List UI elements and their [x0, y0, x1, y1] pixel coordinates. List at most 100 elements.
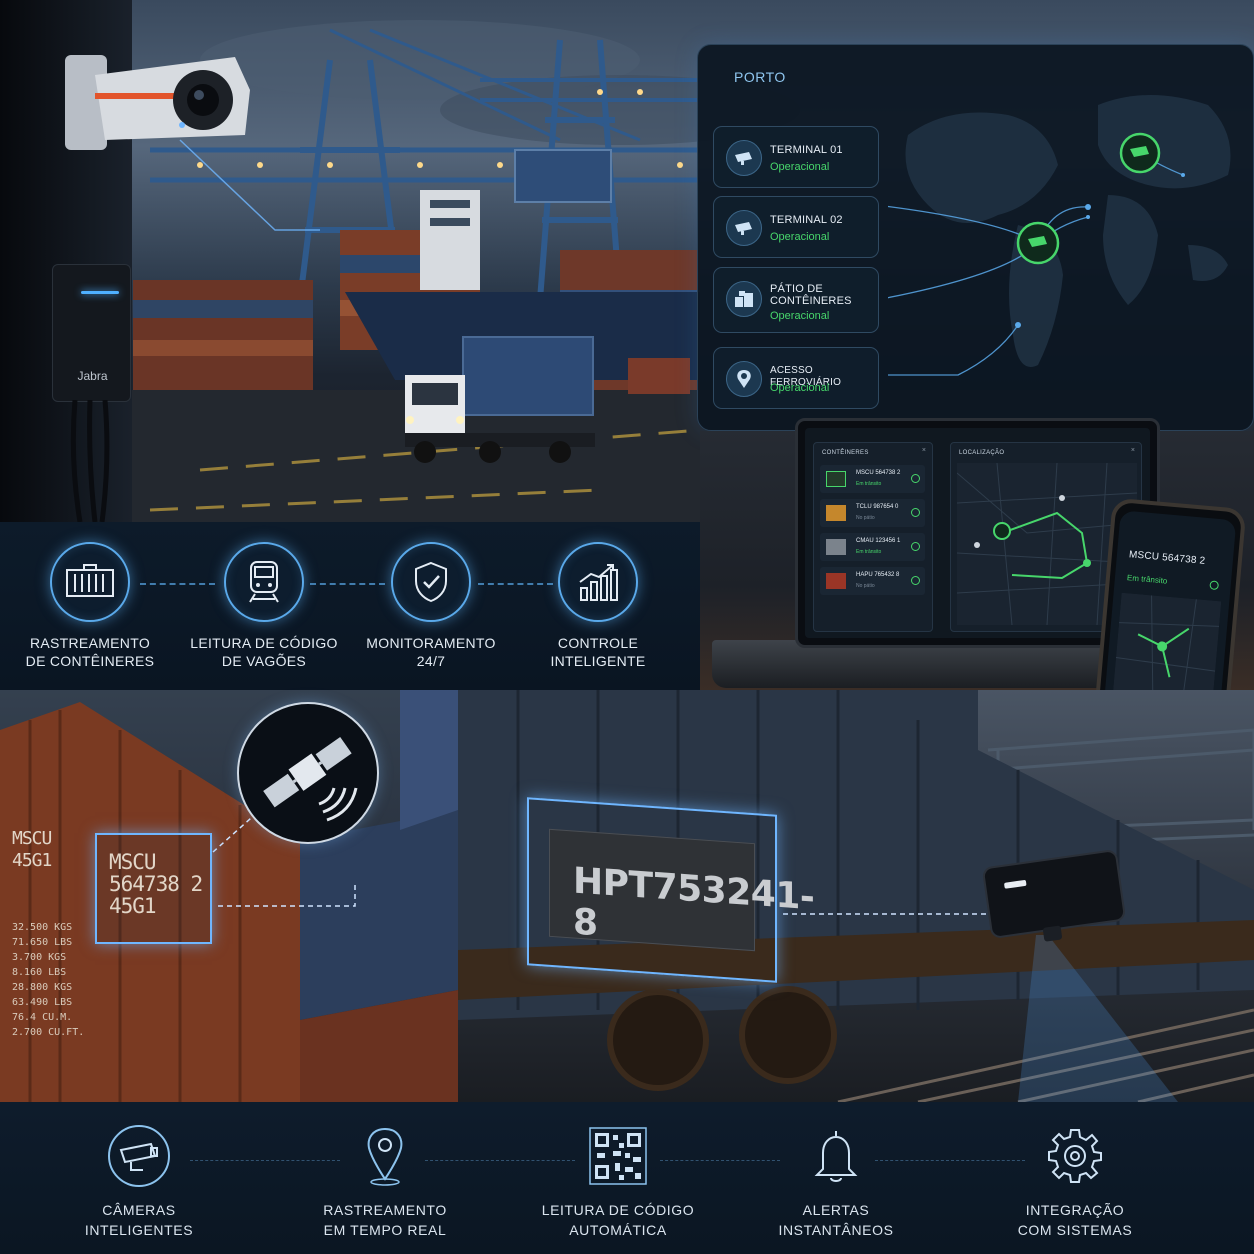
port-panel: PORTO TERMINAL 01 Operacional TERMINAL 0… — [697, 44, 1254, 431]
location-card-terminal-02[interactable]: TERMINAL 02 Operacional — [713, 196, 879, 258]
close-icon[interactable]: × — [1131, 447, 1135, 454]
service-label-line1: MONITORAMENTO — [366, 635, 496, 651]
phone-app: MSCU 564738 2 Em trânsito — [1103, 510, 1237, 718]
feature-system-integration: INTEGRAÇÃO COM SISTEMAS — [985, 1124, 1165, 1240]
container-code-line1: MSCU — [109, 850, 157, 874]
feature-smart-cameras: CÂMERAS INTELIGENTES — [49, 1124, 229, 1240]
weight-line: 71.650 LBS — [12, 937, 73, 948]
container-status: Em trânsito — [856, 549, 882, 555]
location-card-container-yard[interactable]: PÁTIO DE CONTÊINERES Operacional — [713, 267, 879, 333]
bell-icon — [804, 1124, 868, 1188]
weight-line: 76.4 CU.M. — [12, 1012, 73, 1023]
wagon-code-highlight: HPT753241-8 — [527, 797, 814, 983]
security-camera-icon — [65, 55, 250, 150]
feature-label-line2: INTELIGENTES — [84, 1222, 194, 1238]
map-marker[interactable] — [993, 522, 1011, 540]
camera-icon — [726, 140, 762, 176]
container-row[interactable]: CMAU 123456 1 Em trânsito — [820, 533, 925, 561]
container-yard-icon — [726, 281, 762, 317]
container-code: MSCU 564738 2 — [856, 470, 901, 476]
gear-icon — [1043, 1124, 1107, 1188]
feature-label-line1: ALERTAS — [802, 1202, 870, 1218]
containers-title: CONTÊINERES — [822, 450, 869, 456]
container-side-line2: 45G1 — [12, 850, 52, 871]
weight-line: 2.700 CU.FT. — [12, 1027, 85, 1038]
location-card-rail-access[interactable]: ACESSO FERROVIÁRIO Operacional — [713, 347, 879, 409]
world-map — [888, 95, 1231, 376]
services-band: RASTREAMENTO DE CONTÊINERES LEITURA DE CÓ… — [0, 522, 700, 690]
access-reader: Jabra — [52, 264, 131, 402]
service-label-line2: INTELIGENTE — [550, 653, 646, 669]
location-name: TERMINAL 01 — [770, 144, 843, 156]
service-label-line2: 24/7 — [416, 653, 446, 669]
shield-check-icon — [391, 542, 471, 622]
container-row[interactable]: HAPU 765432 8 No pátio — [820, 567, 925, 595]
device-brand: Jabra — [77, 369, 108, 383]
satellite-badge — [237, 702, 379, 844]
containers-panel: CONTÊINERES × MSCU 564738 2 Em trânsito … — [813, 442, 933, 632]
location-pin-icon — [726, 361, 762, 397]
container-code-line2: 564738 2 — [109, 872, 203, 896]
close-icon[interactable]: × — [922, 447, 926, 454]
feature-automatic-code-reading: LEITURA DE CÓDIGO AUTOMÁTICA — [528, 1124, 708, 1240]
feature-label-line2: AUTOMÁTICA — [569, 1222, 667, 1238]
location-card-terminal-01[interactable]: TERMINAL 01 Operacional — [713, 126, 879, 188]
container-row[interactable]: TCLU 987654 0 No pátio — [820, 499, 925, 527]
container-icon — [826, 539, 846, 555]
map-pin-icon — [353, 1124, 417, 1188]
cables — [70, 400, 110, 522]
weight-line: 3.700 KGS — [12, 952, 67, 963]
check-icon — [911, 576, 920, 585]
feature-label-line2: INSTANTÂNEOS — [778, 1222, 894, 1238]
service-wagon-code-reading: LEITURA DE CÓDIGO DE VAGÕES — [189, 542, 339, 670]
container-status: No pátio — [856, 583, 875, 589]
check-icon — [1209, 580, 1220, 591]
service-label-line1: CONTROLE — [557, 635, 639, 651]
check-icon — [911, 508, 920, 517]
location-status: Operacional — [770, 231, 830, 243]
satellite-icon — [263, 737, 358, 822]
feature-label-line1: CÂMERAS — [102, 1202, 176, 1218]
service-label-line2: DE VAGÕES — [221, 653, 307, 669]
service-smart-control: CONTROLE INTELIGENTE — [523, 542, 673, 670]
location-name-line2: CONTÊINERES — [770, 295, 852, 307]
features-band: CÂMERAS INTELIGENTES RASTREAMENTO EM TEMPO… — [0, 1102, 1254, 1254]
weight-line: 63.490 LBS — [12, 997, 73, 1008]
phone-map — [1112, 592, 1222, 702]
feature-label-line1: INTEGRAÇÃO — [1025, 1202, 1125, 1218]
container-code-text: MSCU 564738 2 45G1 — [109, 850, 203, 918]
wagon-code: HPT753241-8 — [573, 860, 815, 945]
location-status: Operacional — [770, 310, 830, 322]
feature-label-line1: LEITURA DE CÓDIGO — [541, 1202, 695, 1218]
location-status: Operacional — [770, 382, 830, 394]
lens — [1042, 925, 1063, 942]
container-illustration — [0, 690, 458, 1102]
container-code-line3: 45G1 — [109, 894, 157, 918]
feature-label-line1: RASTREAMENTO — [323, 1202, 447, 1218]
container-code: HAPU 765432 8 — [856, 572, 900, 578]
service-label-line1: LEITURA DE CÓDIGO — [190, 635, 338, 651]
container-icon — [50, 542, 130, 622]
laptop-app: CONTÊINERES × MSCU 564738 2 Em trânsito … — [805, 428, 1150, 638]
container-code: TCLU 987654 0 — [856, 504, 899, 510]
container-status: No pátio — [856, 515, 875, 521]
container-code-highlight: MSCU 564738 2 45G1 — [95, 833, 212, 944]
location-status: Operacional — [770, 161, 830, 173]
service-container-tracking: RASTREAMENTO DE CONTÊINERES — [15, 542, 165, 670]
service-monitoring: MONITORAMENTO 24/7 — [356, 542, 506, 670]
infographic: Jabra PORTO TERMINAL 01 Operacional TERM… — [0, 0, 1254, 1254]
train-icon — [224, 542, 304, 622]
container-row[interactable]: MSCU 564738 2 Em trânsito — [820, 465, 925, 493]
container-code: CMAU 123456 1 — [856, 538, 901, 544]
phone-container-status: Em trânsito — [1126, 573, 1168, 586]
container-scene: MSCU 45G1 32.500 KGS 71.650 LBS 3.700 KG… — [0, 690, 458, 1102]
camera-icon — [726, 210, 762, 246]
feature-instant-alerts: ALERTAS INSTANTÂNEOS — [746, 1124, 926, 1240]
location-name: TERMINAL 02 — [770, 214, 843, 226]
growth-chart-icon — [558, 542, 638, 622]
container-status: Em trânsito — [856, 481, 882, 487]
status-led — [81, 291, 119, 294]
weight-line: 32.500 KGS — [12, 922, 73, 933]
check-icon — [911, 542, 920, 551]
container-icon — [826, 573, 846, 589]
